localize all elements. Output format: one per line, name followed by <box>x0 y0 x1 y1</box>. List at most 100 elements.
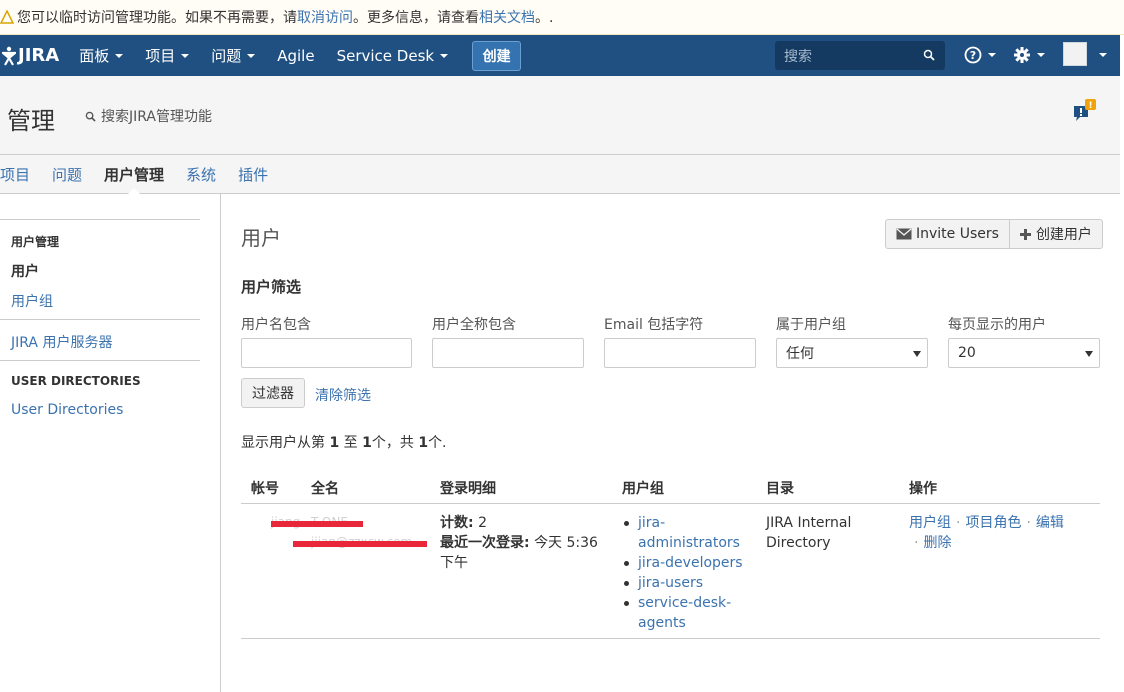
email-filter-input[interactable] <box>604 338 756 368</box>
summary-mid: 至 <box>339 435 363 451</box>
edit-user-link[interactable]: 编辑 <box>1036 515 1064 531</box>
admin-sidebar: 用户管理 用户 用户组 JIRA 用户服务器 USER DIRECTORIES … <box>0 194 221 692</box>
group-link[interactable]: jira-developers <box>638 555 743 571</box>
list-item[interactable]: jira-users <box>622 573 743 593</box>
summary-mid2: 个，共 <box>371 435 419 451</box>
tab-user-management[interactable]: 用户管理 <box>104 155 165 195</box>
user-groups-list: jira-administrators jira-developers jira… <box>622 513 743 633</box>
summary-from: 1 <box>329 435 340 451</box>
plus-icon <box>1019 228 1031 240</box>
docs-link[interactable]: 相关文档 <box>479 7 535 27</box>
tab-label: 问题 <box>52 165 83 184</box>
sidebar-heading-user-directories: USER DIRECTORIES <box>11 374 141 388</box>
sidebar-item-jira-user-server[interactable]: JIRA 用户服务器 <box>11 332 112 352</box>
banner-text-end: 。. <box>535 10 554 26</box>
gear-icon <box>1014 47 1030 63</box>
fullname-filter-input[interactable] <box>432 338 584 368</box>
admin-settings-menu[interactable] <box>1013 46 1045 64</box>
chevron-down-icon <box>181 53 190 58</box>
group-filter-value: 任何 <box>786 346 814 362</box>
feedback-button[interactable]: ! <box>1072 98 1098 128</box>
page-title: 管理 <box>7 107 55 135</box>
tab-label: 系统 <box>186 165 217 184</box>
list-item[interactable]: jira-administrators <box>622 513 743 553</box>
search-icon <box>923 49 935 61</box>
top-navigation: JIRA 面板 项目 问题 Agile Service Desk 创建 搜索 ? <box>0 35 1120 76</box>
project-roles-link[interactable]: 项目角色 <box>965 515 1021 531</box>
user-avatar[interactable] <box>1063 42 1087 66</box>
chevron-down-icon[interactable] <box>1099 53 1107 57</box>
nav-label: 项目 <box>145 47 176 65</box>
divider <box>0 219 200 220</box>
admin-header: 管理 搜索JIRA管理功能 ! <box>0 76 1120 155</box>
jira-logo[interactable]: JIRA <box>2 45 59 66</box>
sidebar-item-user-directories[interactable]: User Directories <box>11 402 123 418</box>
nav-issues[interactable]: 问题 <box>211 45 256 66</box>
tab-addons[interactable]: 插件 <box>238 155 268 194</box>
filter-button[interactable]: 过滤器 <box>241 378 305 408</box>
help-menu[interactable]: ? <box>964 46 996 64</box>
chevron-down-icon <box>115 53 124 58</box>
group-link[interactable]: jira- <box>638 515 665 531</box>
edit-groups-link[interactable]: 用户组 <box>909 515 951 531</box>
invite-users-button[interactable]: Invite Users <box>885 219 1010 249</box>
create-user-button[interactable]: 创建用户 <box>1009 219 1103 249</box>
svg-text:?: ? <box>970 49 976 62</box>
banner-text-mid: 。更多信息，请查看 <box>353 10 479 26</box>
group-filter-select[interactable]: 任何 <box>776 338 928 368</box>
table-header: 帐号 全名 登录明细 用户组 目录 操作 <box>241 470 1100 504</box>
nav-dashboards[interactable]: 面板 <box>79 45 124 66</box>
list-item[interactable]: jira-developers <box>622 553 743 573</box>
group-link-cont[interactable]: administrators <box>638 535 740 551</box>
group-link-cont[interactable]: agents <box>638 615 686 631</box>
admin-access-banner: 您可以临时访问管理功能。如果不再需要，请 取消访问 。更多信息，请查看 相关文档… <box>0 0 1124 35</box>
per-page-select[interactable]: 20 <box>948 338 1100 368</box>
quick-search-input[interactable]: 搜索 <box>775 41 945 70</box>
main-content: 用户 Invite Users 创建用户 用户筛选 用户名包含 用户全称包含 E… <box>221 194 1120 692</box>
email-filter-label: Email 包括字符 <box>604 317 704 333</box>
tab-label: 用户管理 <box>104 165 165 184</box>
last-login-suffix: 下午 <box>440 555 468 571</box>
chevron-down-icon <box>988 53 996 57</box>
create-button[interactable]: 创建 <box>472 40 522 71</box>
sidebar-item-users[interactable]: 用户 <box>11 261 39 281</box>
clear-filter-link[interactable]: 清除筛选 <box>315 385 371 405</box>
invite-users-label: Invite Users <box>916 226 999 242</box>
last-login-value: 今天 5:36 <box>534 535 598 551</box>
username-filter-label: 用户名包含 <box>241 317 311 333</box>
chevron-down-icon <box>247 53 256 58</box>
directory-line1: JIRA Internal <box>766 515 852 531</box>
search-icon <box>85 111 96 122</box>
jira-logo-text: JIRA <box>18 45 60 66</box>
admin-search-input[interactable]: 搜索JIRA管理功能 <box>85 106 212 126</box>
nav-agile[interactable]: Agile <box>277 47 314 65</box>
column-header-operations: 操作 <box>909 481 937 497</box>
sidebar-heading-user-management: 用户管理 <box>11 235 60 249</box>
results-summary: 显示用户从第 1 至 1个，共 1个. <box>241 432 447 452</box>
list-item[interactable]: service-desk-agents <box>622 593 743 633</box>
per-page-value: 20 <box>958 345 976 361</box>
user-actions-group: Invite Users 创建用户 <box>885 219 1103 249</box>
delete-user-link[interactable]: 删除 <box>923 535 951 551</box>
username-filter-input[interactable] <box>241 338 412 368</box>
filter-section-title: 用户筛选 <box>241 278 302 296</box>
chevron-down-icon <box>440 53 449 58</box>
separator: · <box>1026 515 1031 531</box>
column-header-groups: 用户组 <box>622 481 664 497</box>
nav-service-desk[interactable]: Service Desk <box>337 47 449 65</box>
admin-search-label: 搜索JIRA管理功能 <box>101 109 212 125</box>
group-link[interactable]: service-desk- <box>638 595 731 611</box>
cancel-access-link[interactable]: 取消访问 <box>297 7 353 27</box>
redaction-mark <box>271 521 363 527</box>
tab-system[interactable]: 系统 <box>186 155 216 194</box>
feedback-icon: ! <box>1074 99 1096 121</box>
group-link[interactable]: jira-users <box>638 575 703 591</box>
sidebar-item-groups[interactable]: 用户组 <box>11 291 53 311</box>
directory-line2: Directory <box>766 535 831 551</box>
tab-issues[interactable]: 问题 <box>52 155 82 194</box>
login-count-label: 计数: <box>440 515 474 531</box>
chevron-down-icon <box>913 351 921 357</box>
tab-projects[interactable]: 项目 <box>0 155 30 194</box>
login-count-value: 2 <box>478 515 487 531</box>
nav-projects[interactable]: 项目 <box>145 45 190 66</box>
